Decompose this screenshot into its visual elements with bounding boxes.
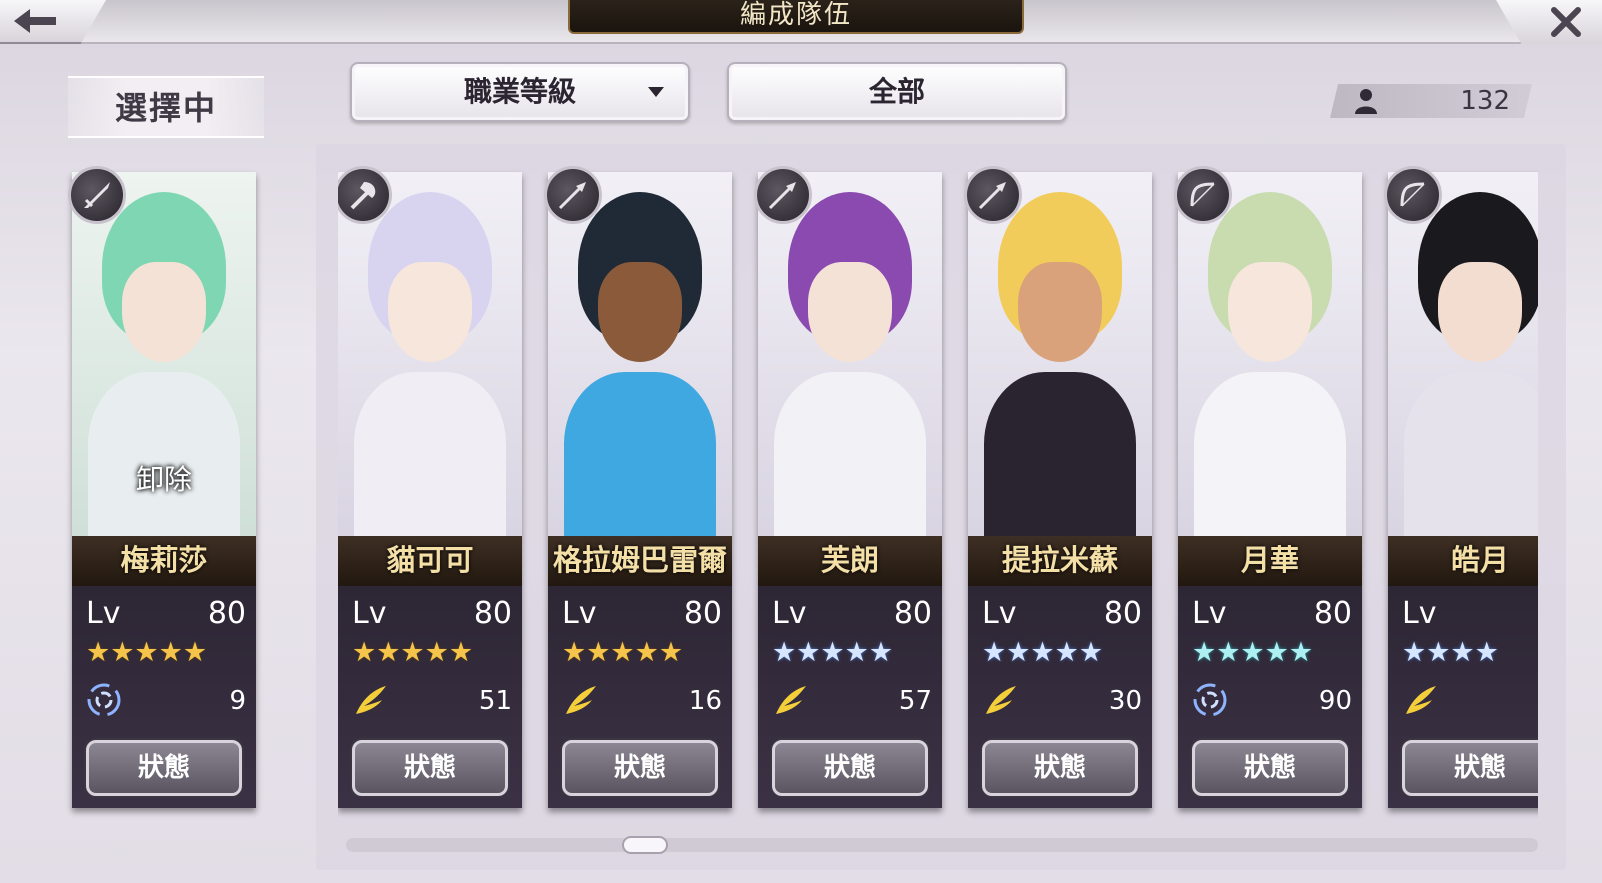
sort-dropdown[interactable]: 職業等級	[350, 62, 690, 122]
character-portrait	[1178, 172, 1362, 536]
character-name: 月華	[1178, 536, 1362, 586]
close-icon	[1551, 7, 1581, 37]
character-card[interactable]: 皓月 Lv ★★★★ 狀態	[1384, 166, 1538, 808]
rarity-stars: ★★★★★	[86, 637, 208, 668]
character-card[interactable]: 貓可可 Lv 80 ★★★★★ 51 狀態	[338, 166, 522, 808]
character-portrait: 卸除	[72, 172, 256, 536]
character-stats: Lv 80 ★★★★★ 51 狀態	[338, 586, 522, 808]
spear-icon	[544, 166, 602, 224]
page-title: 編成隊伍	[568, 0, 1024, 34]
level-label: Lv	[562, 596, 597, 631]
rarity-stars: ★★★★★	[982, 637, 1104, 668]
character-list[interactable]: 貓可可 Lv 80 ★★★★★ 51 狀態 格拉姆巴雷爾 Lv 80 ★★★★★…	[338, 160, 1538, 820]
character-name: 貓可可	[338, 536, 522, 586]
scrollbar-thumb[interactable]	[622, 836, 668, 854]
character-stats: Lv ★★★★ 狀態	[1388, 586, 1538, 808]
portrait-face	[1438, 262, 1522, 362]
portrait-face	[1228, 262, 1312, 362]
character-name: 格拉姆巴雷爾	[548, 536, 732, 586]
character-stats: Lv 80 ★★★★★ 90 狀態	[1178, 586, 1362, 808]
spear-icon	[964, 166, 1022, 224]
character-stats: Lv 80 ★★★★★ 9 狀態	[72, 586, 256, 808]
character-portrait	[758, 172, 942, 536]
character-portrait	[548, 172, 732, 536]
status-button[interactable]: 狀態	[1192, 740, 1348, 796]
character-stats: Lv 80 ★★★★★ 16 狀態	[548, 586, 732, 808]
group-filter-button[interactable]: 全部	[727, 62, 1067, 122]
element-value: 90	[1318, 686, 1352, 716]
rarity-stars: ★★★★★	[352, 637, 474, 668]
status-button[interactable]: 狀態	[562, 740, 718, 796]
status-button[interactable]: 狀態	[352, 740, 508, 796]
status-button[interactable]: 狀態	[982, 740, 1138, 796]
character-name: 皓月	[1388, 536, 1538, 586]
count-value: 132	[1460, 86, 1510, 116]
portrait-body	[774, 372, 926, 536]
character-card[interactable]: 提拉米蘇 Lv 80 ★★★★★ 30 狀態	[964, 166, 1152, 808]
element-value: 16	[688, 686, 722, 716]
back-arrow-icon	[14, 9, 56, 33]
unload-label[interactable]: 卸除	[72, 458, 256, 498]
horizontal-scrollbar[interactable]	[346, 838, 1538, 852]
level-value: 80	[1103, 596, 1142, 631]
level-label: Lv	[352, 596, 387, 631]
character-stats: Lv 80 ★★★★★ 30 狀態	[968, 586, 1152, 808]
chevron-down-icon	[648, 87, 664, 97]
rarity-stars: ★★★★	[1402, 637, 1499, 668]
spear-icon	[754, 166, 812, 224]
element-value: 57	[898, 686, 932, 716]
level-label: Lv	[86, 596, 121, 631]
character-name: 提拉米蘇	[968, 536, 1152, 586]
character-card[interactable]: 格拉姆巴雷爾 Lv 80 ★★★★★ 16 狀態	[544, 166, 732, 808]
character-portrait	[1388, 172, 1538, 536]
character-name: 芙朗	[758, 536, 942, 586]
character-name: 梅莉莎	[72, 536, 256, 586]
person-icon	[1355, 89, 1377, 114]
element-value: 9	[229, 686, 246, 716]
sort-dropdown-label: 職業等級	[463, 75, 576, 108]
level-label: Lv	[1402, 596, 1437, 631]
portrait-face	[388, 262, 472, 362]
sword-icon	[68, 166, 126, 224]
rarity-stars: ★★★★★	[562, 637, 684, 668]
portrait-face	[808, 262, 892, 362]
portrait-face	[598, 262, 682, 362]
portrait-body	[564, 372, 716, 536]
whirlwind-icon	[87, 683, 121, 717]
level-value: 80	[683, 596, 722, 631]
bow-icon	[1384, 166, 1442, 224]
character-portrait	[338, 172, 522, 536]
rarity-stars: ★★★★★	[772, 637, 894, 668]
character-stats: Lv 80 ★★★★★ 57 狀態	[758, 586, 942, 808]
portrait-face	[122, 262, 206, 362]
portrait-face	[1018, 262, 1102, 362]
portrait-body	[354, 372, 506, 536]
bow-icon	[1174, 166, 1232, 224]
status-button[interactable]: 狀態	[772, 740, 928, 796]
level-label: Lv	[1192, 596, 1227, 631]
selected-character-card[interactable]: 卸除 梅莉莎 Lv 80 ★★★★★ 9 狀態	[68, 166, 256, 808]
level-value: 80	[1313, 596, 1352, 631]
portrait-body	[88, 372, 240, 536]
level-label: Lv	[982, 596, 1017, 631]
character-portrait	[968, 172, 1152, 536]
element-value: 51	[478, 686, 512, 716]
element-value: 30	[1108, 686, 1142, 716]
status-button[interactable]: 狀態	[86, 740, 242, 796]
portrait-body	[1404, 372, 1538, 536]
level-value: 80	[207, 596, 246, 631]
character-count: 132	[1330, 84, 1532, 118]
level-value: 80	[893, 596, 932, 631]
rarity-stars: ★★★★★	[1192, 637, 1314, 668]
level-label: Lv	[772, 596, 807, 631]
status-button[interactable]: 狀態	[1402, 740, 1538, 796]
portrait-body	[984, 372, 1136, 536]
character-card[interactable]: 芙朗 Lv 80 ★★★★★ 57 狀態	[754, 166, 942, 808]
portrait-body	[1194, 372, 1346, 536]
character-card[interactable]: 月華 Lv 80 ★★★★★ 90 狀態	[1174, 166, 1362, 808]
selected-label: 選擇中	[68, 76, 264, 138]
level-value: 80	[473, 596, 512, 631]
